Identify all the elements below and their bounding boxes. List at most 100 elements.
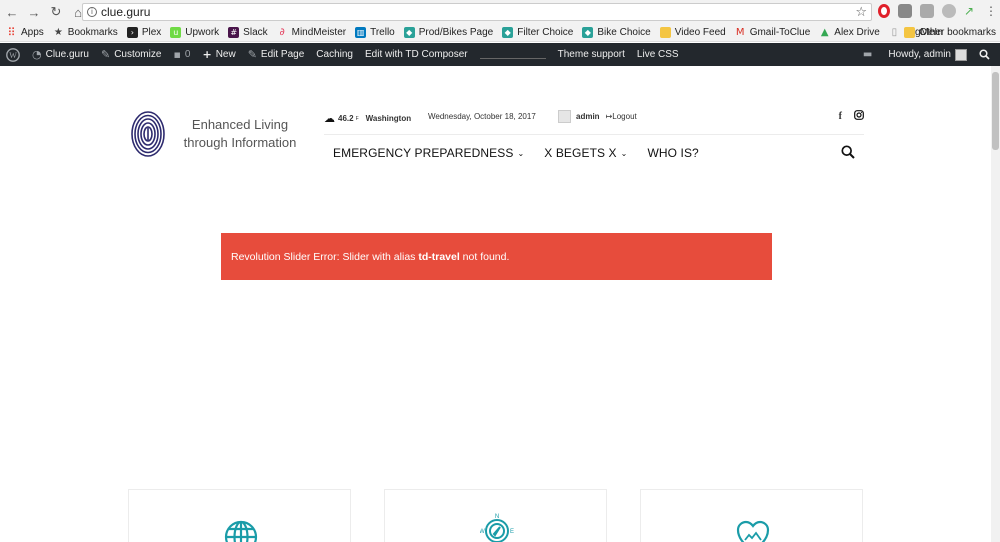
other-bookmarks-folder[interactable]: Other bookmarks [904, 27, 996, 38]
temperature: 46.2 [338, 114, 354, 123]
bookmark-item[interactable]: › Plex [126, 27, 162, 38]
temperature-unit[interactable]: F [356, 116, 359, 122]
page-scrollbar[interactable] [991, 66, 1000, 542]
drive-icon: ▲ [820, 27, 829, 38]
site-search-icon[interactable] [841, 145, 855, 159]
weather-cloud-icon: ☁ [324, 112, 335, 125]
customize-link[interactable]: ✎ Customize [101, 48, 161, 61]
bookmark-item[interactable]: # Slack [228, 27, 268, 38]
nav-item[interactable]: X BEGETS X ⌄ [544, 146, 627, 160]
bookmark-label: MindMeister [291, 27, 347, 38]
avatar[interactable] [558, 110, 571, 123]
extension-icon[interactable] [920, 4, 934, 18]
back-icon[interactable]: ← [2, 2, 22, 22]
nav-item[interactable]: WHO IS? [647, 146, 698, 160]
bookmark-label: Bookmarks [67, 27, 118, 38]
theme-support-link[interactable]: Theme support [558, 49, 625, 60]
caching-link[interactable]: Caching [316, 49, 353, 60]
wp-admin-bar: W ◔ Clue.guru ✎ Customize ▪ 0 + New ✎ Edit Pa… [0, 43, 1000, 66]
logo-line-1: Enhanced Living [191, 117, 289, 132]
heart-landscape-icon [736, 520, 770, 542]
slider-alias: td-travel [418, 250, 460, 263]
bookmark-item[interactable]: Video Feed [659, 27, 726, 38]
bookmark-item[interactable]: ◆ Bike Choice [582, 27, 651, 38]
slack-icon: # [228, 27, 240, 38]
logo-line-2: through Information [183, 135, 297, 150]
bookmark-star-icon[interactable]: ☆ [855, 5, 867, 20]
folder-icon [659, 27, 671, 38]
bookmark-item[interactable]: ▲ Alex Drive [819, 27, 880, 38]
extension-icon[interactable] [942, 4, 956, 18]
scrollbar-thumb[interactable] [992, 72, 999, 150]
svg-text:E: E [510, 529, 514, 535]
address-bar[interactable]: i clue.guru ☆ [82, 3, 872, 21]
gmail-icon: M [735, 27, 745, 38]
bookmark-item[interactable]: ◆ Prod/Bikes Page [403, 27, 494, 38]
site-name-link[interactable]: ◔ Clue.guru [32, 48, 89, 61]
user-name-link[interactable]: admin [576, 112, 600, 121]
instagram-icon[interactable] [854, 110, 864, 123]
forward-icon[interactable]: → [24, 2, 44, 22]
wordpress-logo-icon[interactable]: W [6, 47, 20, 62]
weather-city: Washington [365, 114, 412, 123]
apps-grid-icon: ⠿ [7, 26, 16, 39]
logout-link[interactable]: ↦Logout [606, 112, 637, 121]
fingerprint-logo-icon [131, 111, 165, 157]
site-logo[interactable]: Enhanced Living through Information [130, 108, 310, 162]
extension-icon[interactable] [898, 4, 912, 18]
plus-icon: + [202, 48, 212, 61]
bookmark-item[interactable]: ⠿ Apps [6, 26, 44, 39]
avatar [955, 48, 967, 61]
bookmark-label: Gmail-ToClue [749, 27, 811, 38]
opera-icon[interactable] [878, 4, 890, 18]
bookmark-label: Video Feed [674, 27, 726, 38]
screen-options-icon[interactable]: ▬ [863, 49, 876, 60]
nav-divider [324, 134, 864, 135]
shield-icon: ◆ [582, 27, 594, 38]
plex-icon: › [126, 27, 138, 38]
facebook-icon[interactable]: f [839, 111, 842, 122]
bookmark-label: Alex Drive [834, 27, 880, 38]
td-composer-link[interactable]: Edit with TD Composer [365, 49, 468, 60]
feature-card [640, 489, 863, 542]
bookmark-item[interactable]: ∂ MindMeister [277, 27, 347, 38]
shield-icon: ◆ [403, 27, 415, 38]
new-link[interactable]: + New [202, 48, 235, 61]
bookmark-label: Plex [141, 27, 162, 38]
slider-error-message: Revolution Slider Error: Slider with ali… [221, 233, 772, 280]
bookmark-item[interactable]: ★ Bookmarks [53, 27, 118, 38]
bookmark-item[interactable]: u Upwork [170, 27, 219, 38]
comments-link[interactable]: ▪ 0 [173, 48, 190, 61]
adminbar-search-icon[interactable] [979, 49, 990, 60]
browser-toolbar: ← → ↻ ⌂ i clue.guru ☆ ↗ ⋮ [0, 0, 1000, 24]
compass-icon: N E W [480, 514, 514, 542]
bookmark-label: Prod/Bikes Page [418, 27, 494, 38]
page-icon: ▯ [891, 27, 898, 38]
bookmark-label: Slack [243, 27, 268, 38]
upwork-icon: u [170, 27, 182, 38]
nav-item-label: WHO IS? [647, 146, 699, 160]
bookmark-item[interactable]: ▥ Trello [355, 27, 395, 38]
user-box: admin ↦Logout [558, 110, 637, 123]
bookmark-item[interactable]: M Gmail-ToClue [735, 27, 811, 38]
reload-icon[interactable]: ↻ [46, 2, 66, 22]
bookmark-label: Filter Choice [517, 27, 574, 38]
extension-icon[interactable]: ↗ [964, 4, 978, 18]
url-text: clue.guru [101, 5, 151, 19]
menu-dots-icon[interactable]: ⋮ [984, 4, 998, 18]
adminbar-divider [479, 58, 546, 59]
svg-text:W: W [9, 51, 17, 60]
info-icon[interactable]: i [87, 7, 97, 17]
svg-text:N: N [495, 514, 499, 520]
pencil-icon: ✎ [247, 48, 257, 61]
shield-icon: ◆ [502, 27, 514, 38]
header-date: Wednesday, October 18, 2017 [428, 112, 536, 121]
live-css-link[interactable]: Live CSS [637, 49, 679, 60]
edit-page-link[interactable]: ✎ Edit Page [248, 48, 305, 61]
bookmark-label: Apps [21, 27, 44, 38]
bookmark-item[interactable]: ◆ Filter Choice [502, 27, 573, 38]
chevron-down-icon: ⌄ [620, 148, 628, 158]
howdy-menu[interactable]: Howdy, admin [888, 48, 967, 61]
nav-item[interactable]: EMERGENCY PREPAREDNESS ⌄ [333, 146, 524, 160]
dashboard-icon: ◔ [32, 48, 42, 61]
